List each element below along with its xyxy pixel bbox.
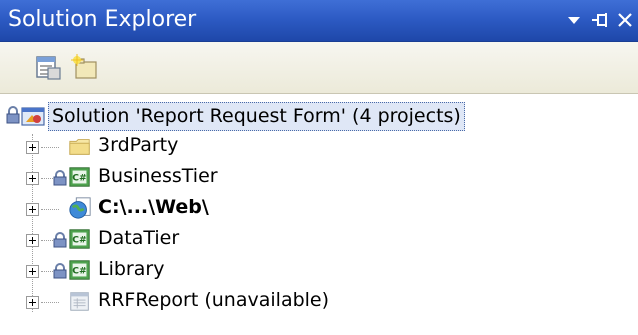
tree-node-label: C:\...\Web\ <box>98 196 209 218</box>
tree-connector <box>41 209 59 210</box>
expand-icon[interactable] <box>26 234 39 247</box>
tree-node-solution[interactable]: Solution 'Report Request Form' (4 projec… <box>0 102 600 132</box>
window-position-dropdown-button[interactable] <box>563 8 585 32</box>
show-all-files-icon <box>71 54 97 79</box>
lock-icon <box>53 170 67 186</box>
expand-icon[interactable] <box>26 203 39 216</box>
tree-node-rrfreport[interactable]: RRFReport (unavailable) <box>0 287 600 317</box>
tree-connector <box>41 178 53 179</box>
expand-icon[interactable] <box>26 172 39 185</box>
tree-connector <box>41 302 59 303</box>
lock-icon <box>53 232 67 248</box>
auto-hide-button[interactable] <box>589 8 611 32</box>
expand-icon[interactable] <box>26 265 39 278</box>
tree-node-label: DataTier <box>98 227 180 249</box>
tree-connector <box>41 147 59 148</box>
solution-icon <box>21 107 45 126</box>
title-bar: Solution Explorer <box>0 0 638 42</box>
svg-text:C#: C# <box>72 173 87 184</box>
expand-icon[interactable] <box>26 141 39 154</box>
solution-tree: Solution 'Report Request Form' (4 projec… <box>0 94 638 335</box>
properties-icon <box>36 56 61 80</box>
csharp-project-icon: C# <box>69 167 90 187</box>
show-all-files-button[interactable] <box>70 54 100 82</box>
close-icon <box>618 13 632 27</box>
pin-icon <box>592 13 607 27</box>
svg-text:C#: C# <box>72 235 87 246</box>
panel-title: Solution Explorer <box>8 7 197 32</box>
website-icon <box>69 197 91 219</box>
folder-icon <box>69 139 90 155</box>
tree-node-library[interactable]: C# Library <box>0 256 600 286</box>
tree-node-label: Library <box>98 258 165 280</box>
svg-text:C#: C# <box>72 266 87 277</box>
tree-node-3rdparty[interactable]: 3rdParty <box>0 132 600 162</box>
csharp-project-icon: C# <box>69 260 90 280</box>
tree-node-label: BusinessTier <box>98 165 218 187</box>
csharp-project-icon: C# <box>69 229 90 249</box>
tree-node-web[interactable]: C:\...\Web\ <box>0 194 600 224</box>
lock-icon <box>53 263 67 279</box>
report-project-icon <box>70 292 89 311</box>
tree-node-label: RRFReport (unavailable) <box>98 289 330 311</box>
tree-node-datatier[interactable]: C# DataTier <box>0 225 600 255</box>
tree-connector <box>41 240 53 241</box>
expand-icon[interactable] <box>26 296 39 309</box>
toolbar <box>0 42 638 94</box>
tree-node-label: 3rdParty <box>98 134 179 156</box>
lock-icon <box>6 106 20 124</box>
properties-button[interactable] <box>34 54 64 82</box>
close-button[interactable] <box>614 8 636 32</box>
tree-connector <box>41 271 53 272</box>
chevron-down-icon <box>568 17 580 24</box>
tree-node-businesstier[interactable]: C# BusinessTier <box>0 163 600 193</box>
tree-node-label: Solution 'Report Request Form' (4 projec… <box>48 102 465 131</box>
